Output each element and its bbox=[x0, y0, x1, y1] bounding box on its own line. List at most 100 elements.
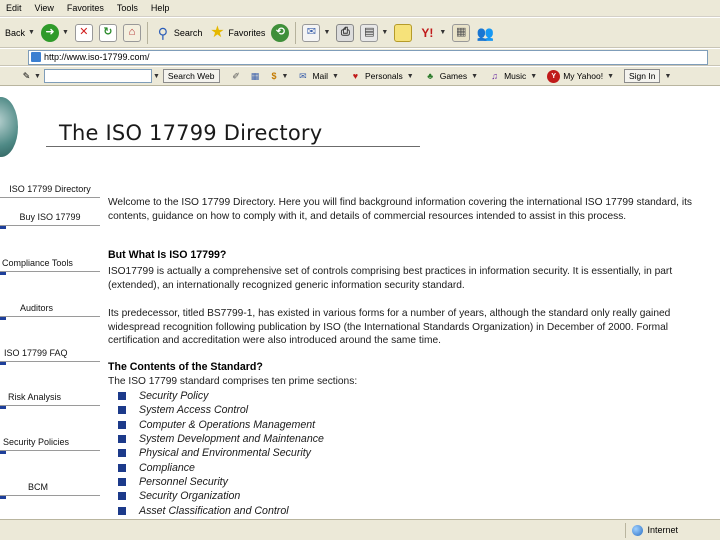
music-link[interactable]: ♫ Music ▼ bbox=[488, 70, 537, 83]
search-web-button[interactable]: Search Web bbox=[162, 69, 220, 83]
refresh-button[interactable]: ↻ bbox=[96, 21, 120, 45]
forward-dropdown-icon[interactable]: ▼ bbox=[62, 29, 69, 36]
bullet-icon bbox=[118, 492, 126, 501]
favorites-button[interactable]: ★ Favorites bbox=[205, 21, 268, 45]
list-item: Security Organization bbox=[118, 489, 324, 503]
personals-link-label: Personals bbox=[364, 71, 403, 81]
nav-marker bbox=[0, 406, 6, 409]
bookmark-icon[interactable]: ▦ bbox=[249, 70, 262, 83]
toolbar-separator bbox=[295, 21, 297, 44]
contents-intro: The ISO 17799 standard comprises ten pri… bbox=[108, 376, 358, 387]
section-name: Personnel Security bbox=[139, 475, 228, 488]
nav-bcm[interactable]: BCM bbox=[0, 482, 100, 496]
forward-button[interactable]: ➜ ▼ bbox=[38, 21, 72, 45]
address-url: http://www.iso-17799.com/ bbox=[44, 52, 150, 62]
research-button[interactable]: ▦ bbox=[449, 21, 473, 45]
security-zone-label: Internet bbox=[647, 525, 678, 535]
personals-link[interactable]: ♥ Personals ▼ bbox=[349, 70, 414, 83]
list-item: Asset Classification and Control bbox=[118, 503, 324, 517]
section-name: Security Policy bbox=[139, 390, 209, 403]
nav-auditors[interactable]: Auditors bbox=[0, 303, 100, 317]
menu-tools[interactable]: Tools bbox=[117, 3, 138, 13]
toolbar-separator bbox=[146, 21, 148, 44]
yahoo-icon: Y! bbox=[421, 25, 434, 40]
games-link-label: Games bbox=[439, 71, 468, 81]
mail-link-label: Mail bbox=[312, 71, 329, 81]
menu-help[interactable]: Help bbox=[151, 3, 170, 13]
list-item: Physical and Environmental Security bbox=[118, 446, 324, 460]
my-yahoo-link[interactable]: Y My Yahoo! ▼ bbox=[547, 69, 614, 83]
my-yahoo-icon: Y bbox=[547, 69, 561, 83]
print-button[interactable]: ⎙ bbox=[333, 21, 357, 45]
yahoo-messenger-button[interactable]: Y! ▼ bbox=[415, 21, 449, 45]
nav-iso-17799-faq[interactable]: ISO 17799 FAQ bbox=[0, 348, 100, 362]
research-icon: ▦ bbox=[452, 23, 471, 42]
yahoo-dropdown-icon[interactable]: ▼ bbox=[439, 29, 446, 36]
address-input[interactable]: http://www.iso-17799.com/ bbox=[28, 49, 708, 65]
list-item: Computer & Operations Management bbox=[118, 418, 324, 432]
stop-icon: ✕ bbox=[74, 23, 93, 42]
section-name: Security Organization bbox=[139, 490, 241, 503]
nav-risk-analysis[interactable]: Risk Analysis bbox=[0, 392, 100, 406]
sign-in-button[interactable]: Sign In ▼ bbox=[624, 69, 671, 83]
games-link[interactable]: ♣ Games ▼ bbox=[424, 70, 478, 83]
search-button[interactable]: ⚲ Search bbox=[151, 21, 206, 45]
home-button[interactable]: ⌂ bbox=[120, 21, 144, 45]
mail-button[interactable]: ✉ ▼ bbox=[299, 21, 333, 45]
messenger-button[interactable]: 👥 bbox=[473, 21, 497, 45]
page-content: The ISO 17799 Directory ISO 17799 Direct… bbox=[0, 87, 720, 519]
games-icon: ♣ bbox=[427, 70, 434, 81]
yahoo-mail-icon: ✉ bbox=[299, 70, 307, 81]
mail-link-dropdown-icon[interactable]: ▼ bbox=[332, 73, 339, 80]
highlight-pen-icon[interactable]: ✐ bbox=[230, 70, 243, 83]
yahoo-toolbar-pen-icon[interactable]: ✎ bbox=[20, 70, 33, 83]
list-item: System Access Control bbox=[118, 403, 324, 417]
predecessor-paragraph: Its predecessor, titled BS7799-1, has ex… bbox=[108, 308, 671, 347]
mail-dropdown-icon[interactable]: ▼ bbox=[323, 29, 330, 36]
refresh-icon: ↻ bbox=[98, 23, 117, 42]
yahoo-search-dropdown-icon[interactable]: ▼ bbox=[153, 73, 160, 80]
edit-dropdown-icon[interactable]: ▼ bbox=[381, 29, 388, 36]
list-item: Compliance bbox=[118, 460, 324, 474]
print-icon: ⎙ bbox=[336, 23, 355, 42]
back-dropdown-icon[interactable]: ▼ bbox=[28, 29, 35, 36]
list-item: Security Policy bbox=[118, 389, 324, 403]
favorites-label: Favorites bbox=[228, 27, 266, 38]
nav-marker bbox=[0, 272, 6, 275]
yahoo-search-input[interactable] bbox=[43, 69, 152, 83]
address-bar: http://www.iso-17799.com/ bbox=[0, 49, 720, 66]
messenger-people-icon: 👥 bbox=[476, 24, 494, 41]
music-note-icon: ♫ bbox=[491, 70, 498, 81]
nav-divider bbox=[0, 450, 100, 451]
edit-button[interactable]: ▤ ▼ bbox=[357, 21, 391, 45]
mail-link[interactable]: ✉ Mail ▼ bbox=[296, 70, 339, 83]
menu-favorites[interactable]: Favorites bbox=[67, 3, 104, 13]
nav-compliance-tools[interactable]: Compliance Tools bbox=[0, 258, 100, 272]
nav-marker bbox=[0, 496, 6, 499]
security-zone: Internet bbox=[625, 522, 678, 538]
nav-security-policies[interactable]: Security Policies bbox=[0, 437, 100, 451]
my-yahoo-dropdown-icon[interactable]: ▼ bbox=[607, 73, 614, 80]
page-icon bbox=[31, 52, 41, 62]
nav-buy-iso-17799[interactable]: Buy ISO 17799 bbox=[0, 212, 100, 226]
yahoo-toolbar-dropdown-icon[interactable]: ▼ bbox=[34, 73, 41, 80]
games-dropdown-icon[interactable]: ▼ bbox=[471, 73, 478, 80]
history-button[interactable]: ⟲ bbox=[268, 21, 292, 45]
bullet-icon bbox=[118, 506, 126, 515]
search-web-label: Search Web bbox=[162, 69, 220, 83]
sign-in-dropdown-icon[interactable]: ▼ bbox=[664, 73, 671, 80]
back-label: Back bbox=[5, 27, 26, 38]
favorites-star-icon: ★ bbox=[210, 23, 225, 41]
stop-button[interactable]: ✕ bbox=[72, 21, 96, 45]
history-icon: ⟲ bbox=[271, 23, 290, 42]
menu-view[interactable]: View bbox=[35, 3, 54, 13]
music-dropdown-icon[interactable]: ▼ bbox=[530, 73, 537, 80]
bullet-icon bbox=[118, 420, 126, 429]
back-button[interactable]: Back ▼ bbox=[2, 21, 38, 45]
money-icon[interactable]: $ bbox=[268, 70, 281, 83]
money-dropdown-icon[interactable]: ▼ bbox=[282, 73, 289, 80]
menu-edit[interactable]: Edit bbox=[6, 3, 22, 13]
nav-iso-17799-directory[interactable]: ISO 17799 Directory bbox=[0, 184, 100, 198]
personals-dropdown-icon[interactable]: ▼ bbox=[407, 73, 414, 80]
discuss-button[interactable] bbox=[391, 21, 415, 45]
